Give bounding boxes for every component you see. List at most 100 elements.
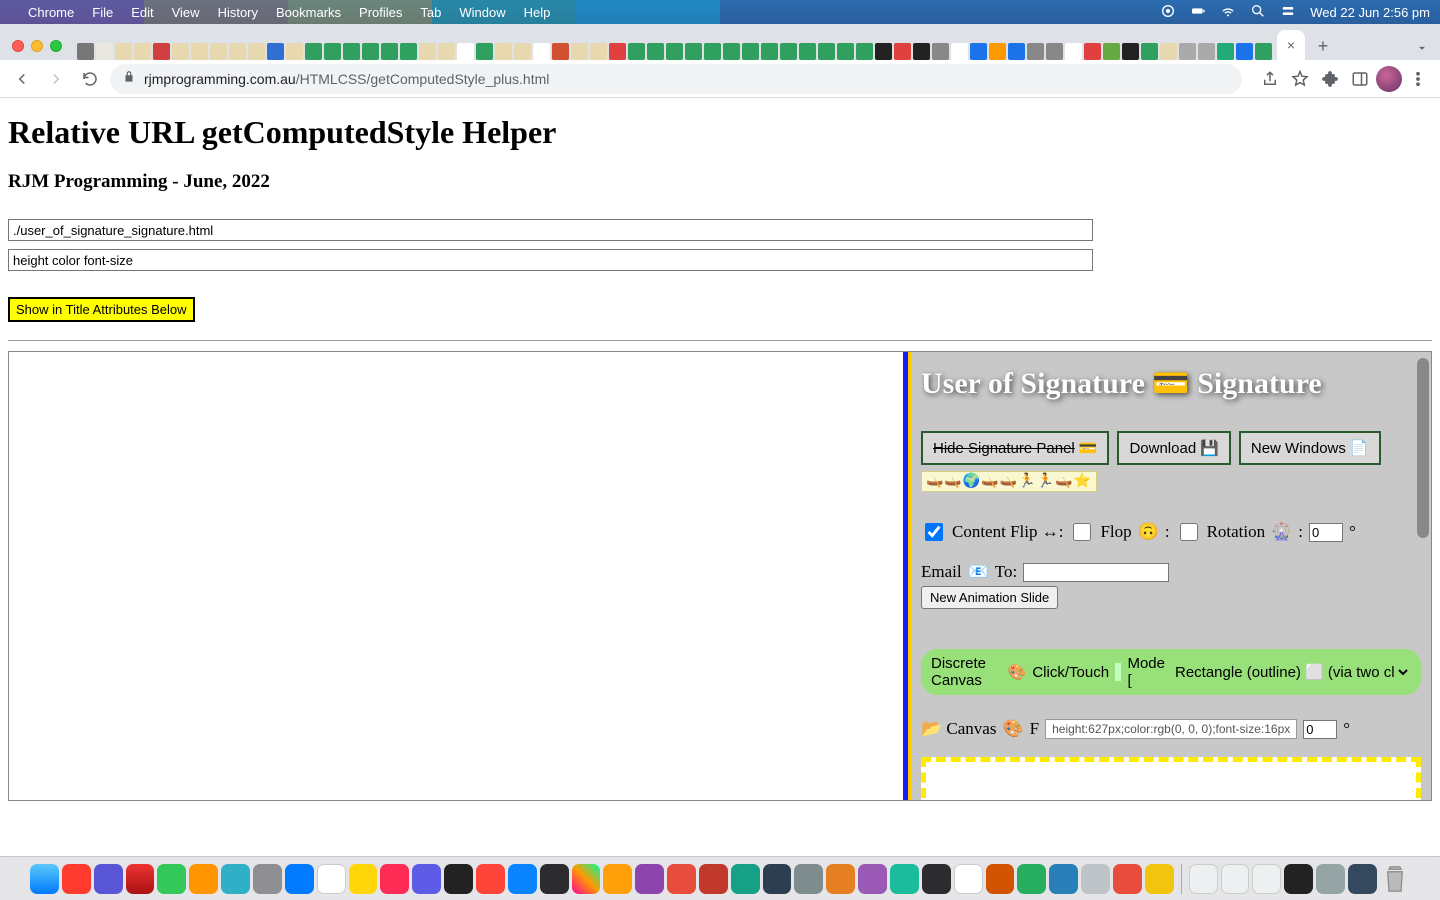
pinned-tab[interactable] (571, 43, 588, 60)
pinned-tab[interactable] (1236, 43, 1253, 60)
menubar-item-help[interactable]: Help (524, 5, 551, 20)
dock-app[interactable] (1348, 864, 1377, 894)
new-windows-button[interactable]: New Windows 📄 (1239, 431, 1381, 465)
pinned-tab[interactable] (894, 43, 911, 60)
pinned-tab[interactable] (153, 43, 170, 60)
dock-app[interactable] (62, 864, 91, 894)
profile-avatar[interactable] (1376, 66, 1402, 92)
pinned-tab[interactable] (514, 43, 531, 60)
canvas-degrees-input[interactable] (1303, 720, 1337, 739)
dock-app[interactable] (508, 864, 537, 894)
pinned-tab[interactable] (1198, 43, 1215, 60)
pinned-tab[interactable] (1065, 43, 1082, 60)
dock-app[interactable] (221, 864, 250, 894)
forward-button[interactable] (42, 65, 70, 93)
dock-app[interactable] (699, 864, 728, 894)
pinned-tab[interactable] (96, 43, 113, 60)
window-minimize-button[interactable] (31, 40, 43, 52)
dock-app[interactable] (1316, 864, 1345, 894)
pinned-tab[interactable] (1084, 43, 1101, 60)
pinned-tab[interactable] (419, 43, 436, 60)
dock-app[interactable] (476, 864, 505, 894)
tab-overflow-button[interactable] (1410, 36, 1434, 60)
wifi-icon[interactable] (1220, 3, 1236, 22)
dock-app[interactable] (731, 864, 760, 894)
mode-select[interactable]: Rectangle (outline) ⬜ (via two clicks) (1171, 663, 1411, 682)
dock-app[interactable] (826, 864, 855, 894)
pinned-tab[interactable] (1046, 43, 1063, 60)
window-close-button[interactable] (12, 40, 24, 52)
dock-app[interactable] (444, 864, 473, 894)
pinned-tab[interactable] (913, 43, 930, 60)
signature-canvas[interactable] (921, 757, 1421, 800)
pinned-tab[interactable] (590, 43, 607, 60)
pinned-tab[interactable] (761, 43, 778, 60)
bookmark-button[interactable] (1286, 65, 1314, 93)
extensions-button[interactable] (1316, 65, 1344, 93)
dock-app[interactable] (635, 864, 664, 894)
pinned-tab[interactable] (723, 43, 740, 60)
dock-app[interactable] (922, 864, 951, 894)
dock-app[interactable] (380, 864, 409, 894)
pinned-tab[interactable] (704, 43, 721, 60)
dock-app[interactable] (1113, 864, 1142, 894)
dock-app[interactable] (1252, 864, 1281, 894)
menubar-clock[interactable]: Wed 22 Jun 2:56 pm (1310, 5, 1430, 20)
pinned-tab[interactable] (324, 43, 341, 60)
pinned-tab[interactable] (267, 43, 284, 60)
css-properties-input[interactable] (8, 249, 1093, 271)
pinned-tab[interactable] (818, 43, 835, 60)
dock-app[interactable] (412, 864, 441, 894)
dock-app[interactable] (1145, 864, 1174, 894)
pinned-tab[interactable] (1122, 43, 1139, 60)
pinned-tab[interactable] (286, 43, 303, 60)
dock-app[interactable] (540, 864, 569, 894)
panel-scrollbar[interactable] (1417, 358, 1429, 794)
pinned-tab[interactable] (1141, 43, 1158, 60)
canvas-area[interactable] (9, 352, 903, 800)
pinned-tab[interactable] (951, 43, 968, 60)
dock-app[interactable] (986, 864, 1015, 894)
pinned-tab[interactable] (799, 43, 816, 60)
pinned-tab[interactable] (837, 43, 854, 60)
dock-app[interactable] (890, 864, 919, 894)
pinned-tab[interactable] (647, 43, 664, 60)
pinned-tab[interactable] (172, 43, 189, 60)
rotation-checkbox[interactable] (1180, 523, 1198, 541)
pinned-tab[interactable] (856, 43, 873, 60)
side-panel-button[interactable] (1346, 65, 1374, 93)
pinned-tab[interactable] (1027, 43, 1044, 60)
dock-app[interactable] (94, 864, 123, 894)
menubar-item-window[interactable]: Window (459, 5, 505, 20)
window-zoom-button[interactable] (50, 40, 62, 52)
dock-app[interactable] (572, 864, 601, 894)
pinned-tab[interactable] (1217, 43, 1234, 60)
dock-app[interactable] (1017, 864, 1046, 894)
dock-app[interactable] (1081, 864, 1110, 894)
dock-app[interactable] (603, 864, 632, 894)
pinned-tab[interactable] (248, 43, 265, 60)
pinned-tab[interactable] (457, 43, 474, 60)
record-status-icon[interactable] (1160, 3, 1176, 22)
dock-app[interactable] (285, 864, 314, 894)
download-button[interactable]: Download 💾 (1117, 431, 1230, 465)
pinned-tab[interactable] (495, 43, 512, 60)
menubar-item-history[interactable]: History (218, 5, 258, 20)
dock-app[interactable] (349, 864, 378, 894)
menubar-item-bookmarks[interactable]: Bookmarks (276, 5, 341, 20)
pinned-tab[interactable] (115, 43, 132, 60)
active-tab[interactable]: × (1277, 30, 1305, 60)
rotation-degrees-input[interactable] (1309, 523, 1343, 542)
control-center-icon[interactable] (1280, 3, 1296, 22)
pinned-tab[interactable] (989, 43, 1006, 60)
dock-app[interactable] (794, 864, 823, 894)
pinned-tab[interactable] (1255, 43, 1272, 60)
dock-app[interactable] (1284, 864, 1313, 894)
reload-button[interactable] (76, 65, 104, 93)
pinned-tab[interactable] (400, 43, 417, 60)
address-bar[interactable]: rjmprogramming.com.au/HTMLCSS/getCompute… (110, 64, 1242, 94)
pinned-tab[interactable] (628, 43, 645, 60)
pinned-tab[interactable] (476, 43, 493, 60)
menubar-item-edit[interactable]: Edit (131, 5, 153, 20)
dock-app[interactable] (253, 864, 282, 894)
